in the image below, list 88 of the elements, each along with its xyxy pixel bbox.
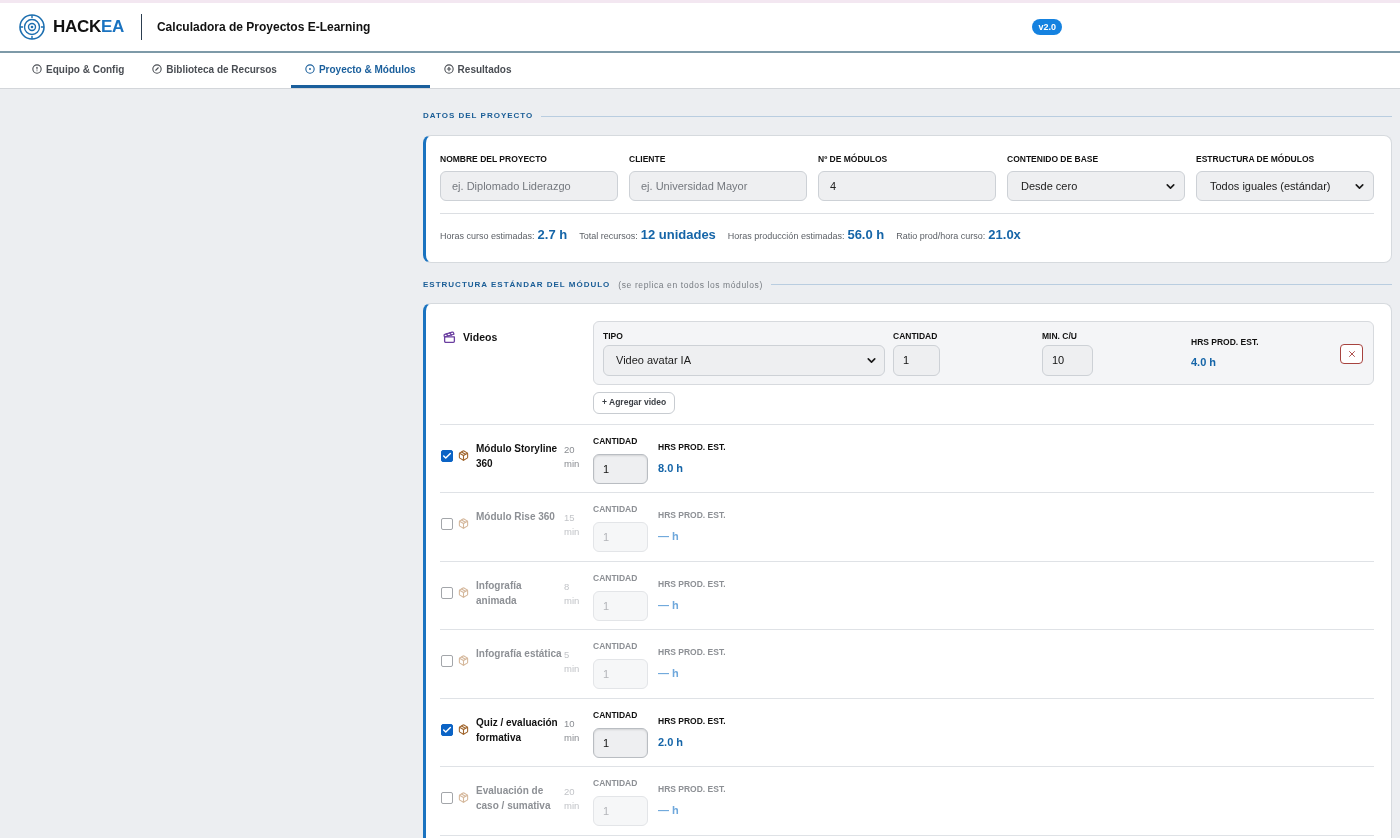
box-icon	[458, 586, 469, 598]
alert-circle-icon	[32, 64, 42, 74]
field-label: CANTIDAD	[893, 330, 939, 341]
target-logo-icon	[19, 14, 45, 40]
dropdown[interactable]: Desde cero	[1007, 171, 1185, 201]
plus-circle-icon	[443, 64, 454, 74]
tab[interactable]: Proyecto & Módulos	[290, 53, 430, 88]
check-icon	[442, 450, 452, 461]
stat-label: Total recursos:	[579, 230, 638, 243]
remove-button[interactable]	[1340, 343, 1363, 364]
field-label: CONTENIDO DE BASE	[1007, 154, 1100, 164]
column-label: HRS PROD. EST.	[1191, 336, 1259, 347]
tab[interactable]: Resultados	[429, 53, 526, 88]
version-badge: v2.0	[1032, 19, 1062, 35]
box-icon	[458, 518, 469, 529]
resource-name: Infografía animada	[476, 578, 523, 608]
box-icon	[458, 655, 469, 666]
tab[interactable]: Equipo & Config	[18, 53, 139, 88]
field-label: CANTIDAD	[593, 709, 639, 720]
field-label: CANTIDAD	[593, 778, 639, 788]
slash-circle-icon	[152, 64, 163, 74]
box-icon	[458, 449, 469, 461]
resource-name: Quiz / evaluación formativa	[476, 715, 559, 745]
quantity-field[interactable]: 1	[593, 727, 648, 758]
field-label: NOMBRE DEL PROYECTO	[440, 154, 548, 164]
resource-name: Evaluación de caso / sumativa	[476, 784, 552, 813]
tab[interactable]: Biblioteca de Recursos	[138, 53, 291, 88]
field-label: CANTIDAD	[593, 504, 639, 514]
quantity-field[interactable]: 1	[893, 344, 940, 376]
box-icon	[458, 792, 469, 803]
add-video-button[interactable]: + Agregar video	[593, 391, 676, 414]
dot-circle-icon	[304, 64, 315, 74]
clapperboard-icon	[443, 330, 456, 344]
app-title: Calculadora de Proyectos E-Learning	[156, 19, 371, 36]
checkbox[interactable]	[441, 449, 453, 462]
column-label: HRS PROD. EST.	[658, 784, 726, 794]
duration-text: 20 min	[564, 442, 581, 471]
hours-value: — h	[658, 667, 680, 680]
column-label: HRS PROD. EST.	[658, 647, 726, 657]
stat-label: Horas curso estimadas:	[440, 230, 535, 243]
hours-value: — h	[658, 598, 680, 612]
field-label: MIN. C/U	[1042, 330, 1078, 341]
checkbox[interactable]	[441, 792, 453, 804]
resource-name: Módulo Rise 360	[476, 510, 556, 524]
resource-name: Infografía estática	[476, 647, 562, 661]
field-label: CLIENTE	[629, 154, 667, 164]
stat-value: 56.0 h	[847, 226, 885, 244]
hours-value: 8.0 h	[658, 461, 685, 475]
minutes-field[interactable]: 10	[1042, 344, 1093, 376]
checkbox[interactable]	[441, 586, 453, 599]
stat-value: 21.0x	[988, 226, 1021, 244]
quantity-field[interactable]: 1	[593, 453, 648, 484]
section-heading: DATOS DEL PROYECTO	[423, 111, 534, 121]
hours-value: — h	[658, 530, 680, 543]
section-note: (se replica en todos los módulos)	[618, 279, 763, 290]
resource-name: Módulo Storyline 360	[476, 441, 559, 471]
text-field[interactable]: 4	[818, 171, 996, 201]
checkbox[interactable]	[441, 655, 453, 667]
text-field[interactable]: ej. Universidad Mayor	[629, 171, 807, 201]
duration-text: 10 min	[564, 716, 581, 745]
dropdown[interactable]: Todos iguales (estándar)	[1196, 171, 1374, 201]
check-icon	[442, 724, 452, 735]
field-label: CANTIDAD	[593, 572, 639, 583]
column-label: HRS PROD. EST.	[658, 578, 726, 589]
checkbox[interactable]	[441, 518, 453, 530]
column-label: HRS PROD. EST.	[658, 715, 726, 726]
hours-value: 2.0 h	[658, 735, 685, 749]
field-label: CANTIDAD	[593, 641, 639, 651]
close-icon	[1346, 348, 1357, 359]
checkbox[interactable]	[441, 723, 453, 736]
field-label: Nº DE MÓDULOS	[818, 154, 889, 164]
text-field[interactable]: ej. Diplomado Liderazgo	[440, 171, 618, 201]
stat-label: Ratio prod/hora curso:	[896, 230, 986, 243]
section-heading: ESTRUCTURA ESTÁNDAR DEL MÓDULO	[423, 279, 611, 290]
logo-text: HACKEA	[53, 17, 124, 37]
hours-value: — h	[658, 804, 680, 817]
dropdown[interactable]: Video avatar IA	[603, 344, 885, 376]
column-label: HRS PROD. EST.	[658, 441, 726, 452]
field-label: ESTRUCTURA DE MÓDULOS	[1196, 154, 1316, 164]
category-label: Videos	[463, 329, 498, 345]
field-label: CANTIDAD	[593, 435, 639, 446]
hours-value: 4.0 h	[1191, 355, 1218, 369]
stat-value: 2.7 h	[537, 226, 568, 244]
column-label: HRS PROD. EST.	[658, 510, 726, 520]
box-icon	[458, 723, 469, 735]
stat-label: Horas producción estimadas:	[727, 230, 845, 243]
stat-value: 12 unidades	[640, 226, 716, 244]
field-label: TIPO	[603, 330, 624, 341]
